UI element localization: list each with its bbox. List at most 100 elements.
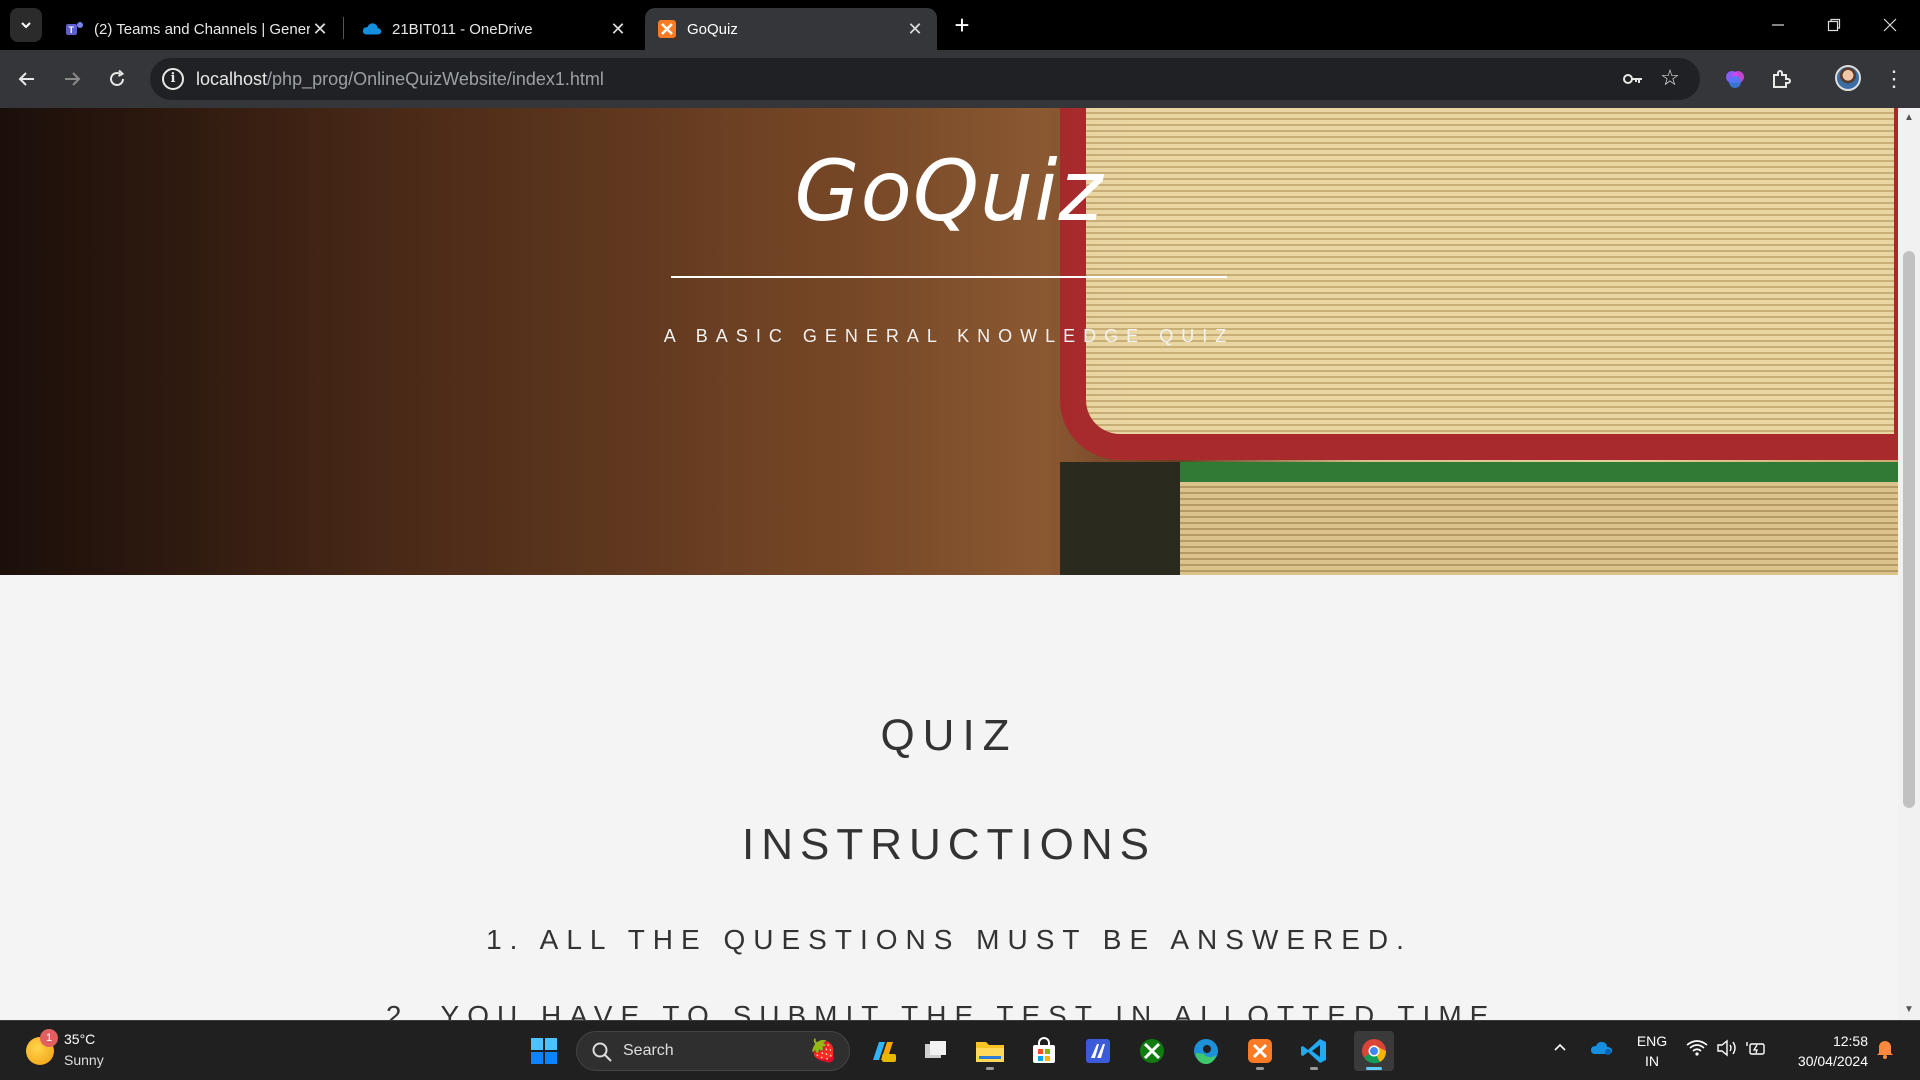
page-viewport: GoQuiz A BASIC GENERAL KNOWLEDGE QUIZ QU… — [0, 108, 1898, 1020]
volume-icon[interactable] — [1716, 1039, 1738, 1062]
taskbar-xampp[interactable] — [1240, 1031, 1280, 1071]
minimize-icon — [1772, 24, 1784, 26]
taskbar-chrome[interactable] — [1354, 1031, 1394, 1071]
close-icon[interactable]: ✕ — [905, 19, 925, 39]
taskbar-xbox[interactable] — [1132, 1031, 1172, 1071]
search-icon — [592, 1042, 612, 1062]
tab-onedrive[interactable]: 21BIT011 - OneDrive ✕ — [350, 8, 640, 50]
vscode-icon — [1301, 1039, 1326, 1063]
start-button[interactable] — [524, 1031, 564, 1071]
language-indicator[interactable]: ENG IN — [1634, 1031, 1670, 1071]
minimize-button[interactable] — [1750, 0, 1806, 50]
tab-strip: T (2) Teams and Channels | Gener ✕ 21BIT… — [0, 0, 1920, 50]
reload-button[interactable] — [100, 62, 134, 96]
quiz-heading: QUIZ — [880, 711, 1018, 760]
chevron-up-icon — [1554, 1043, 1566, 1051]
address-url[interactable]: localhost/php_prog/OnlineQuizWebsite/ind… — [196, 69, 604, 90]
weather-temp[interactable]: 35°C — [64, 1031, 95, 1047]
clock-time: 12:58 — [1832, 1033, 1868, 1049]
xampp-icon — [1248, 1039, 1272, 1063]
tab-teams[interactable]: T (2) Teams and Channels | Gener ✕ — [52, 8, 342, 50]
search-label: Search — [623, 1042, 674, 1059]
teams-icon: T — [64, 19, 84, 39]
taskbar-app-blue[interactable] — [1078, 1031, 1118, 1071]
address-bar[interactable]: i localhost/php_prog/OnlineQuizWebsite/i… — [150, 58, 1700, 100]
lang-region: IN — [1645, 1053, 1659, 1069]
taskbar-edge[interactable] — [1186, 1031, 1226, 1071]
taskbar-task-view[interactable] — [916, 1031, 956, 1071]
forward-button[interactable] — [55, 62, 89, 96]
restore-button[interactable] — [1806, 0, 1862, 50]
notification-bell-icon[interactable] — [1876, 1039, 1894, 1064]
tab-goquiz[interactable]: GoQuiz ✕ — [645, 8, 937, 50]
close-icon — [1883, 18, 1897, 32]
close-icon[interactable]: ✕ — [608, 19, 628, 39]
scroll-down-arrow-icon[interactable]: ▼ — [1898, 1000, 1920, 1020]
arrow-left-icon — [18, 72, 34, 86]
site-info-icon[interactable]: i — [162, 68, 184, 90]
app-icon — [1086, 1039, 1110, 1063]
key-icon[interactable] — [1622, 69, 1644, 89]
new-tab-button[interactable]: + — [948, 12, 976, 40]
task-view-icon — [925, 1041, 946, 1058]
weather-badge: 1 — [40, 1029, 58, 1047]
tab-title: GoQuiz — [687, 20, 738, 38]
tab-title: (2) Teams and Channels | Gener — [94, 20, 310, 38]
hero-divider — [671, 276, 1227, 278]
store-icon — [1033, 1037, 1055, 1063]
extensions-icon[interactable] — [1766, 64, 1796, 94]
taskbar-store[interactable] — [1024, 1031, 1064, 1071]
url-path: /php_prog/OnlineQuizWebsite/index1.html — [267, 69, 604, 89]
taskbar-search[interactable]: Search 🍓 — [576, 1031, 850, 1071]
running-indicator — [1310, 1067, 1318, 1070]
profile-avatar[interactable] — [1835, 65, 1861, 91]
tab-search-button[interactable] — [10, 8, 42, 42]
running-indicator — [986, 1067, 994, 1070]
svg-text:T: T — [69, 25, 75, 35]
close-window-button[interactable] — [1862, 0, 1918, 50]
xbox-icon — [1140, 1039, 1164, 1063]
onedrive-icon — [362, 19, 382, 39]
battery-charging-icon[interactable] — [1746, 1039, 1768, 1062]
system-clock[interactable]: 12:58 30/04/2024 — [1782, 1031, 1868, 1071]
page-scrollbar[interactable]: ▲ ▼ — [1898, 108, 1920, 1020]
browser-menu-icon[interactable]: ⋮ — [1882, 64, 1906, 94]
instructions-heading: INSTRUCTIONS — [742, 820, 1156, 869]
copilot-icon — [873, 1042, 896, 1062]
copilot-icon[interactable] — [1720, 64, 1750, 94]
instruction-item: 2. YOU HAVE TO SUBMIT THE TEST IN ALLOTT… — [385, 1000, 1513, 1020]
running-indicator — [1256, 1067, 1264, 1070]
taskbar-file-explorer[interactable] — [970, 1031, 1010, 1071]
scroll-thumb[interactable] — [1903, 251, 1915, 808]
chevron-down-icon — [21, 22, 31, 29]
taskbar-copilot-app[interactable] — [862, 1031, 902, 1071]
arrow-right-icon — [65, 72, 81, 86]
site-title: GoQuiz — [794, 142, 1104, 240]
url-host: localhost — [196, 69, 268, 89]
close-icon[interactable]: ✕ — [310, 19, 330, 39]
clock-date: 30/04/2024 — [1797, 1053, 1868, 1069]
folder-icon — [976, 1042, 1004, 1062]
hero-banner: GoQuiz A BASIC GENERAL KNOWLEDGE QUIZ — [0, 108, 1898, 575]
show-hidden-icons[interactable] — [1552, 1039, 1568, 1060]
weather-condition[interactable]: Sunny — [64, 1052, 104, 1068]
reload-icon — [110, 69, 125, 86]
scroll-up-arrow-icon[interactable]: ▲ — [1898, 108, 1920, 128]
xampp-icon — [657, 19, 677, 39]
taskbar-vscode[interactable] — [1294, 1031, 1334, 1071]
tab-title: 21BIT011 - OneDrive — [392, 20, 533, 38]
windows-taskbar: 1 35°C Sunny Search 🍓 ENG IN 12:58 30/04… — [0, 1020, 1920, 1080]
tab-divider — [343, 17, 344, 39]
edge-icon — [1194, 1039, 1218, 1065]
restore-icon — [1827, 18, 1841, 32]
active-indicator — [1366, 1067, 1382, 1070]
strawberry-icon: 🍓 — [809, 1038, 837, 1063]
onedrive-tray-icon[interactable] — [1590, 1039, 1614, 1062]
wifi-icon[interactable] — [1686, 1039, 1708, 1062]
chrome-icon — [1362, 1039, 1387, 1064]
bookmark-star-icon[interactable]: ☆ — [1658, 66, 1682, 90]
lang-code: ENG — [1636, 1033, 1668, 1049]
back-button[interactable] — [10, 62, 44, 96]
browser-toolbar: i localhost/php_prog/OnlineQuizWebsite/i… — [0, 50, 1920, 108]
site-subtitle: A BASIC GENERAL KNOWLEDGE QUIZ — [663, 326, 1235, 346]
